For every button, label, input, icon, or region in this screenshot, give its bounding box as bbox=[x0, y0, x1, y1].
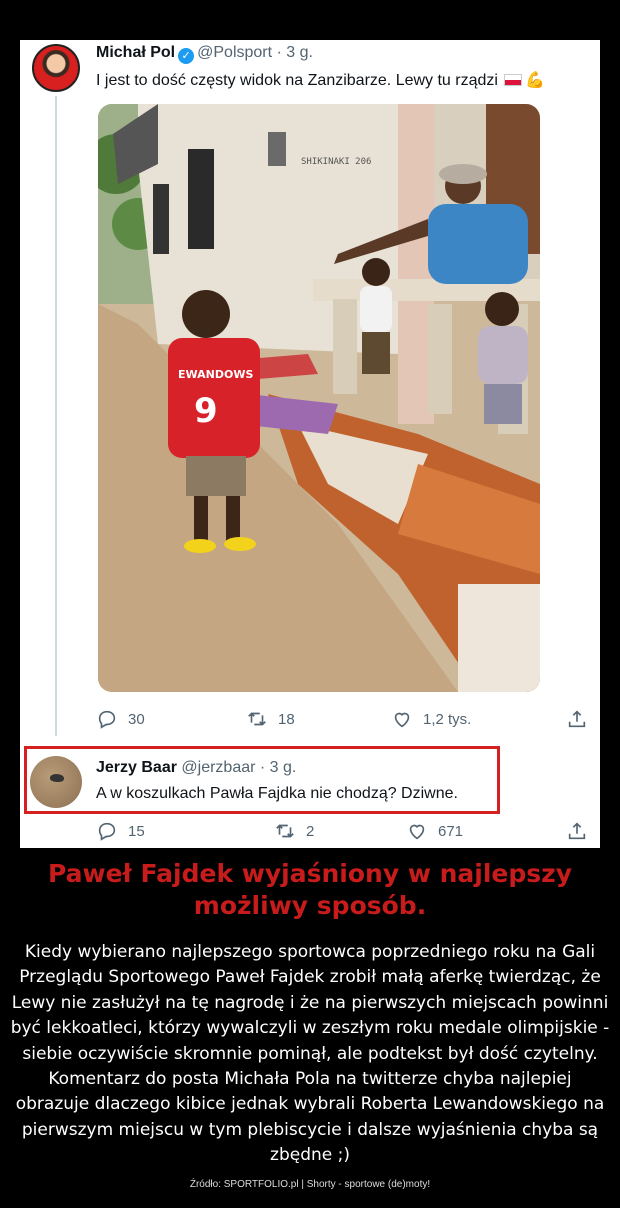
description-text: Kiedy wybierano najlepszego sportowca po… bbox=[10, 942, 610, 1166]
reply-reply-count: 15 bbox=[128, 822, 145, 840]
reply-reply-action[interactable]: 15 bbox=[96, 820, 145, 842]
tweet-text-content: I jest to dość częsty widok na Zanzibarz… bbox=[96, 72, 498, 89]
shirt-number: 9 bbox=[194, 391, 218, 431]
like-icon bbox=[409, 824, 425, 840]
reply-author-name[interactable]: Jerzy Baar bbox=[96, 759, 177, 776]
reply-count: 30 bbox=[128, 710, 145, 728]
retweet-icon bbox=[248, 712, 266, 726]
reply-share-action[interactable] bbox=[566, 820, 598, 842]
reply-action[interactable]: 30 bbox=[96, 708, 145, 730]
verified-icon: ✓ bbox=[178, 48, 195, 64]
reply-like-action[interactable]: 671 bbox=[406, 820, 463, 842]
reply-retweet-count: 2 bbox=[306, 822, 315, 840]
tweet-text: I jest to dość częsty widok na Zanzibarz… bbox=[96, 70, 545, 90]
headline-line-1: Paweł Fajdek wyjaśniony w najlepszy bbox=[47, 859, 573, 888]
tweet-header: Michał Pol ✓ @Polsport · 3 g. bbox=[96, 44, 313, 64]
reply-like-count: 671 bbox=[438, 822, 464, 840]
wall-text: SHIKINAKI 206 bbox=[301, 157, 371, 167]
reply-author-avatar[interactable] bbox=[30, 756, 82, 808]
thread-line bbox=[55, 96, 57, 736]
tweet-photo[interactable]: SHIKINAKI 206 EWANDOWS 9 bbox=[98, 104, 540, 692]
reply-text: A w koszulkach Pawła Fajdka nie chodzą? … bbox=[96, 785, 458, 802]
share-icon bbox=[568, 822, 586, 840]
flexed-biceps-icon: 💪 bbox=[524, 72, 545, 89]
like-count: 1,2 tys. bbox=[423, 710, 472, 728]
share-icon bbox=[568, 710, 586, 728]
author-avatar[interactable] bbox=[32, 44, 80, 92]
highlight-box bbox=[24, 746, 500, 814]
reply-icon bbox=[98, 710, 116, 729]
reply-header: Jerzy Baar @jerzbaar · 3 g. bbox=[96, 759, 296, 777]
bird-icon bbox=[50, 774, 64, 782]
tweet-action-bar: 30 18 1,2 tys. bbox=[96, 708, 596, 732]
source-credit: Źródło: SPORTFOLIO.pl | Shorty - sportow… bbox=[189, 1179, 431, 1190]
reply-icon bbox=[98, 822, 116, 841]
retweet-icon bbox=[276, 824, 294, 838]
reply-action-bar: 15 2 671 bbox=[96, 820, 596, 844]
reply-handle-time[interactable]: @jerzbaar · 3 g. bbox=[181, 759, 296, 776]
headline-line-2: możliwy sposób. bbox=[193, 891, 427, 920]
shirt-name: EWANDOWS bbox=[178, 368, 253, 381]
poland-flag-icon bbox=[503, 74, 522, 86]
headline: Paweł Fajdek wyjaśniony w najlepszy możl… bbox=[0, 858, 620, 922]
like-action[interactable]: 1,2 tys. bbox=[391, 708, 471, 730]
share-action[interactable] bbox=[566, 708, 598, 730]
photo-illustration: SHIKINAKI 206 EWANDOWS 9 bbox=[98, 104, 540, 692]
retweet-count: 18 bbox=[278, 710, 295, 728]
author-handle-time[interactable]: @Polsport · 3 g. bbox=[197, 44, 313, 61]
author-name[interactable]: Michał Pol bbox=[96, 44, 175, 61]
reply-retweet-action[interactable]: 2 bbox=[274, 820, 314, 842]
retweet-action[interactable]: 18 bbox=[246, 708, 295, 730]
tweet-screenshot: Michał Pol ✓ @Polsport · 3 g. I jest to do… bbox=[20, 40, 600, 848]
like-icon bbox=[394, 712, 410, 728]
